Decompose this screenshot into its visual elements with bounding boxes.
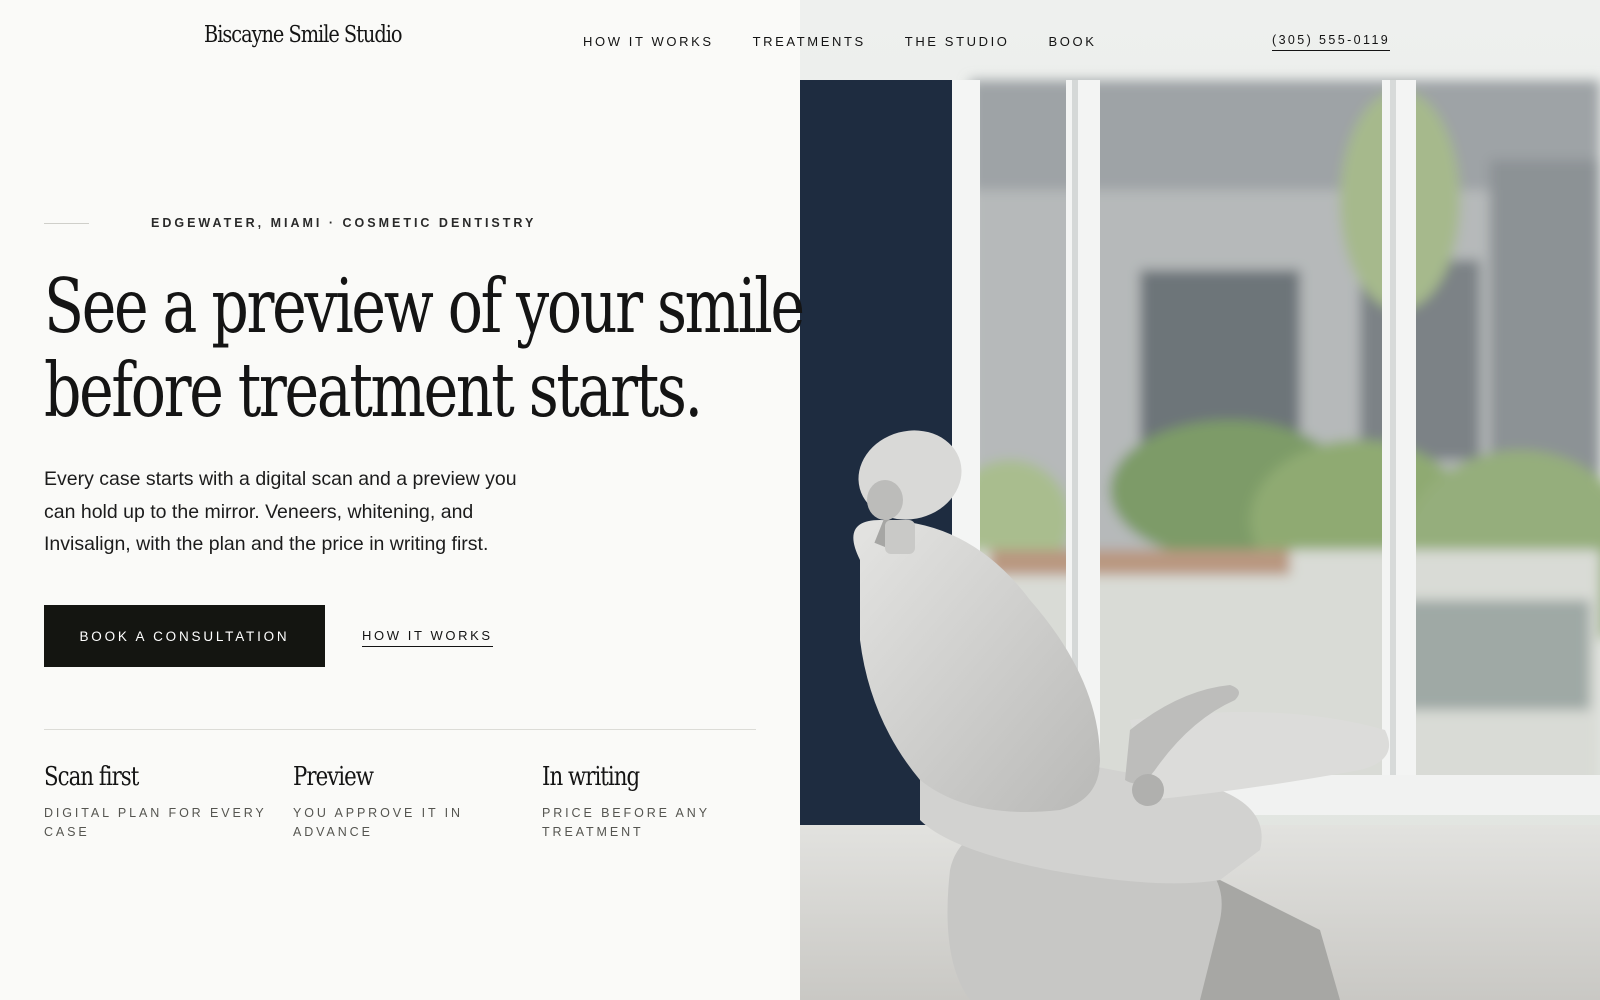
phone-link[interactable]: (305) 555-0119 [1272,33,1391,51]
eyebrow-text: EDGEWATER, MIAMI · COSMETIC DENTISTRY [151,216,537,230]
nav-book[interactable]: BOOK [1049,34,1097,49]
eyebrow-rule [44,222,89,224]
headline-line-2: before treatment starts. [44,346,703,434]
feature-description: YOU APPROVE IT IN ADVANCE [293,806,463,839]
main-nav: HOW IT WORKS TREATMENTS THE STUDIO BOOK [583,34,1135,49]
dental-chair-photo [800,0,1600,1000]
site-logo[interactable]: Biscayne Smile Studio [204,22,403,48]
hero-lede: Every case starts with a digital scan an… [44,468,517,555]
feature-title: Scan first [44,762,139,792]
book-consultation-button[interactable]: BOOK A CONSULTATION [44,605,325,667]
nav-the-studio[interactable]: THE STUDIO [905,34,1010,49]
feature-preview: Preview YOU APPROVE IT IN ADVANCE [293,762,523,842]
hero-eyebrow: EDGEWATER, MIAMI · COSMETIC DENTISTRY [44,216,536,230]
headline-line-1: See a preview of your smile [44,262,805,350]
hero-photo [800,0,1600,1000]
nav-how-it-works[interactable]: HOW IT WORKS [583,34,714,49]
feature-in-writing: In writing PRICE BEFORE ANY TREATMENT [542,762,772,842]
feature-description: DIGITAL PLAN FOR EVERY CASE [44,806,267,839]
section-divider [44,729,756,730]
site-header: Biscayne Smile Studio HOW IT WORKS TREAT… [0,0,1600,80]
nav-treatments[interactable]: TREATMENTS [753,34,866,49]
feature-title: Preview [293,762,374,792]
feature-scan-first: Scan first DIGITAL PLAN FOR EVERY CASE [44,762,274,842]
feature-description: PRICE BEFORE ANY TREATMENT [542,806,710,839]
hero-headline: See a preview of your smile before treat… [44,264,808,432]
feature-title: In writing [542,762,640,792]
how-it-works-link[interactable]: HOW IT WORKS [362,628,493,647]
